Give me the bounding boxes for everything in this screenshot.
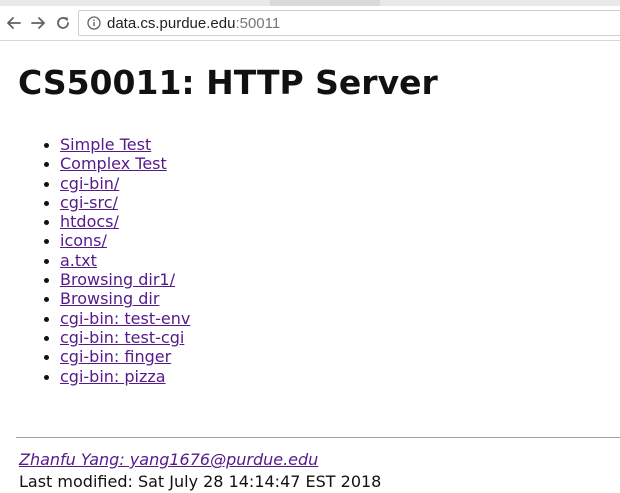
link-browsing-dir[interactable]: Browsing dir [60,289,159,308]
link-simple-test[interactable]: Simple Test [60,135,151,154]
list-item: a.txt [60,251,190,270]
footer: Zhanfu Yang: yang1676@purdue.edu Last mo… [19,449,381,493]
list-item: cgi-src/ [60,193,190,212]
link-cgi-pizza[interactable]: cgi-bin: pizza [60,367,166,386]
last-modified-text: Last modified: Sat July 28 14:14:47 EST … [19,472,382,491]
arrow-left-icon [7,17,21,29]
reload-button[interactable] [53,13,73,33]
link-cgi-finger[interactable]: cgi-bin: finger [60,347,171,366]
url-port: :50011 [235,14,281,32]
link-complex-test[interactable]: Complex Test [60,154,167,173]
link-browsing-dir1[interactable]: Browsing dir1/ [60,270,175,289]
link-icons[interactable]: icons/ [60,231,107,250]
address-bar[interactable]: data.cs.purdue.edu:50011 [78,10,620,36]
link-cgi-src[interactable]: cgi-src/ [60,193,118,212]
list-item: Browsing dir [60,289,190,308]
link-cgi-test-env[interactable]: cgi-bin: test-env [60,309,190,328]
list-item: icons/ [60,231,190,250]
url-host: data.cs.purdue.edu [107,14,236,32]
list-item: cgi-bin: finger [60,347,190,366]
list-item: cgi-bin/ [60,174,190,193]
link-cgi-bin[interactable]: cgi-bin/ [60,174,119,193]
arrow-right-icon [31,17,45,29]
list-item: htdocs/ [60,212,190,231]
list-item: cgi-bin: test-cgi [60,328,190,347]
list-item: Simple Test [60,135,190,154]
link-cgi-test-cgi[interactable]: cgi-bin: test-cgi [60,328,184,347]
page-title: CS50011: HTTP Server [18,63,438,102]
browser-toolbar: data.cs.purdue.edu:50011 [0,6,620,41]
reload-icon [57,17,69,29]
author-email-link[interactable]: Zhanfu Yang: yang1676@purdue.edu [19,450,318,469]
link-a-txt[interactable]: a.txt [60,251,97,270]
list-item: Complex Test [60,154,190,173]
list-item: cgi-bin: test-env [60,309,190,328]
link-list: Simple Test Complex Test cgi-bin/ cgi-sr… [16,135,190,386]
info-icon[interactable] [87,16,101,30]
link-htdocs[interactable]: htdocs/ [60,212,119,231]
forward-button[interactable] [28,13,48,33]
url-text[interactable]: data.cs.purdue.edu:50011 [107,15,280,32]
horizontal-rule [16,437,620,438]
back-button[interactable] [4,13,24,33]
list-item: Browsing dir1/ [60,270,190,289]
list-item: cgi-bin: pizza [60,367,190,386]
